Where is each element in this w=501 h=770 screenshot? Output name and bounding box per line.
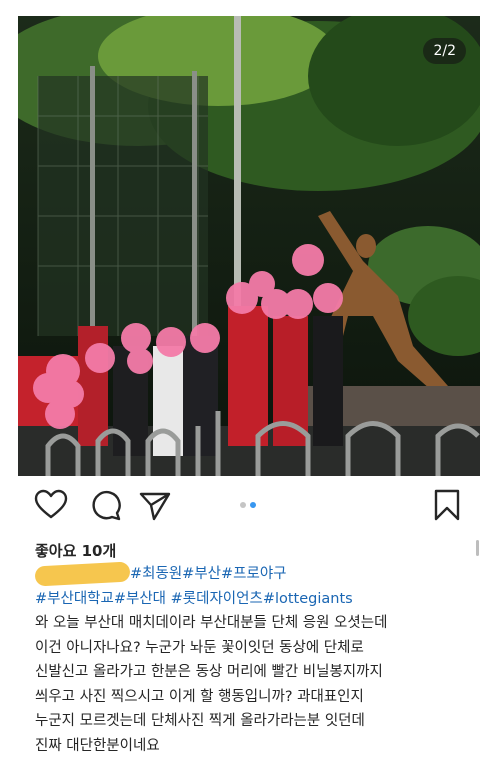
comment-icon[interactable] [88, 488, 122, 522]
caption-body-line: 와 오늘 부산대 매치데이라 부산대분들 단체 응원 오셧는데 [35, 615, 388, 631]
carousel-dots [240, 502, 260, 508]
caption-body-line: 신발신고 올라가고 한분은 동상 머리에 빨간 비닐봉지까지 [35, 664, 383, 680]
bookmark-icon[interactable] [430, 488, 464, 522]
caption-body-line: 누군지 모르겟는데 단체사진 찍게 올라가라는분 잇던데 [35, 713, 365, 729]
stadium-photo-illustration [18, 16, 480, 476]
caption-body-line: 이건 아니자나요? 누군가 놔둔 꽃이잇던 동상에 단체로 [35, 639, 364, 656]
carousel-dot-1 [240, 502, 246, 508]
carousel-counter: 2/2 [423, 38, 466, 64]
post-photo[interactable]: 2/2 [18, 16, 480, 476]
post-action-bar [18, 486, 480, 526]
like-count[interactable]: 좋아요 10개 [35, 540, 116, 561]
redacted-username[interactable] [34, 561, 131, 587]
caption-line-1: #최동원#부산#프로야구 [34, 561, 475, 587]
caption-body-line: 씌우고 사진 찍으시고 이게 할 행동입니까? 과대표인지 [35, 688, 364, 705]
hashtags-line-2[interactable]: #부산대학교#부산대 #롯데자이언츠#lottegiants [35, 587, 475, 612]
hashtags-line-1[interactable]: #최동원#부산#프로야구 [130, 566, 287, 582]
caption-body-line: 진짜 대단한분이네요 [35, 737, 160, 754]
send-icon[interactable] [138, 488, 172, 522]
heart-icon[interactable] [34, 488, 68, 522]
post-caption: #최동원#부산#프로야구 #부산대학교#부산대 #롯데자이언츠#lottegia… [34, 561, 475, 758]
scrollbar[interactable] [476, 540, 479, 556]
carousel-dot-2-active [250, 502, 256, 508]
